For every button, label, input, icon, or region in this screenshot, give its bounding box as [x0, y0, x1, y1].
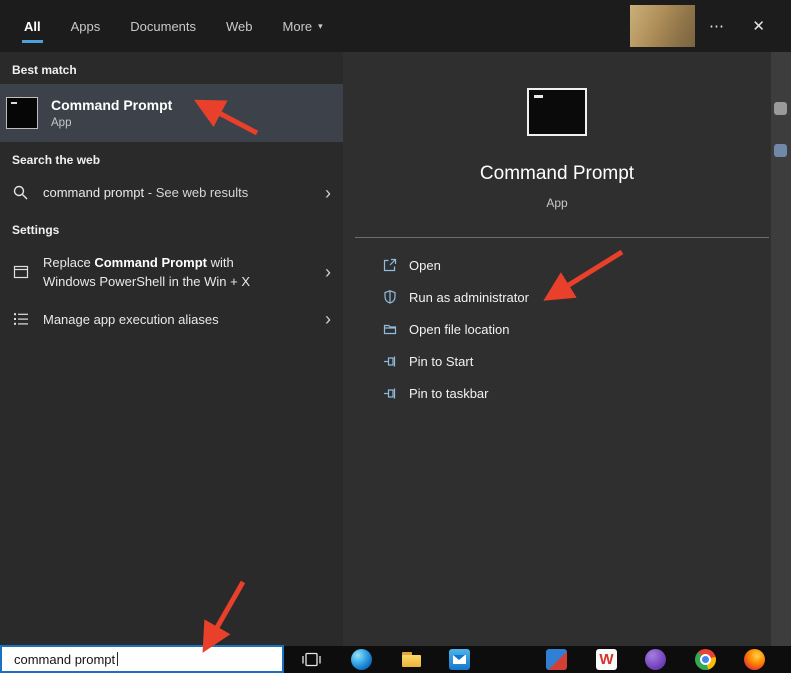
action-open-file-location[interactable]: Open file location	[343, 313, 771, 345]
close-button[interactable]: ✕	[752, 0, 765, 52]
chevron-down-icon: ▾	[318, 21, 323, 32]
chevron-right-icon: ›	[317, 263, 331, 281]
text-segment-bold: Command Prompt	[94, 255, 207, 270]
colorful-browser-icon[interactable]	[744, 649, 765, 670]
filter-tabs: All Apps Documents Web More ▾	[24, 0, 323, 52]
blue-red-app-icon[interactable]	[546, 649, 567, 670]
chevron-right-icon: ›	[317, 184, 331, 202]
windows-search-flyout: All Apps Documents Web More ▾ ⋯ ✕ Best m…	[0, 0, 791, 673]
console-window-icon	[12, 263, 30, 281]
settings-result-replace-cmd[interactable]: Replace Command Prompt with Windows Powe…	[0, 244, 343, 301]
background-window-icon	[774, 144, 787, 157]
tab-documents[interactable]: Documents	[130, 0, 196, 52]
list-icon	[12, 310, 30, 328]
web-search-text: command prompt - See web results	[43, 183, 248, 203]
web-query-text: command prompt	[43, 185, 144, 200]
best-match-text: Command Prompt App	[51, 97, 172, 129]
section-header-best-match: Best match	[0, 52, 343, 84]
best-match-result-command-prompt[interactable]: Command Prompt App	[0, 84, 343, 142]
command-prompt-icon	[6, 97, 38, 129]
search-filter-bar: All Apps Documents Web More ▾ ⋯ ✕	[0, 0, 791, 52]
action-pin-to-taskbar-label: Pin to taskbar	[409, 386, 489, 401]
section-header-settings: Settings	[0, 212, 343, 244]
pin-icon	[381, 385, 398, 402]
taskbar: command prompt W	[0, 646, 791, 673]
tab-apps[interactable]: Apps	[71, 0, 101, 52]
task-view-icon[interactable]	[301, 649, 322, 670]
w-app-icon[interactable]: W	[596, 649, 617, 670]
section-header-search-web: Search the web	[0, 142, 343, 174]
user-avatar[interactable]	[630, 5, 695, 47]
tab-documents-label: Documents	[130, 19, 196, 34]
action-run-as-administrator-label: Run as administrator	[409, 290, 529, 305]
tab-apps-label: Apps	[71, 19, 101, 34]
tab-more[interactable]: More ▾	[283, 0, 323, 52]
pin-icon	[381, 353, 398, 370]
text-caret	[117, 652, 118, 666]
chevron-right-icon: ›	[317, 310, 331, 328]
edge-icon[interactable]	[351, 649, 372, 670]
action-pin-to-start-label: Pin to Start	[409, 354, 473, 369]
result-preview-panel: Command Prompt App Open	[343, 52, 771, 646]
taskbar-search-input[interactable]: command prompt	[0, 645, 284, 673]
tab-web-label: Web	[226, 19, 253, 34]
background-window-icon	[774, 102, 787, 115]
web-suffix-text: - See web results	[144, 185, 248, 200]
settings-item-text: Replace Command Prompt with Windows Powe…	[43, 253, 288, 292]
background-window-edge	[771, 52, 791, 646]
text-segment: Replace	[43, 255, 94, 270]
preview-app-title: Command Prompt	[343, 163, 771, 185]
action-list: Open Run as administrator	[343, 249, 771, 409]
purple-app-icon[interactable]	[645, 649, 666, 670]
settings-result-app-aliases[interactable]: Manage app execution aliases ›	[0, 301, 343, 339]
web-search-result[interactable]: command prompt - See web results ›	[0, 174, 343, 212]
action-open[interactable]: Open	[343, 249, 771, 281]
file-explorer-icon[interactable]	[401, 649, 422, 670]
action-pin-to-start[interactable]: Pin to Start	[343, 345, 771, 377]
tab-all-label: All	[24, 19, 41, 34]
action-open-file-location-label: Open file location	[409, 322, 509, 337]
action-pin-to-taskbar[interactable]: Pin to taskbar	[343, 377, 771, 409]
mail-icon[interactable]	[449, 649, 470, 670]
best-match-title: Command Prompt	[51, 97, 172, 113]
divider	[355, 237, 769, 238]
settings-item-text: Manage app execution aliases	[43, 310, 219, 330]
tab-more-label: More	[283, 19, 313, 34]
tab-all[interactable]: All	[24, 0, 41, 52]
preview-app-subtitle: App	[343, 196, 771, 210]
search-icon	[12, 184, 30, 202]
action-open-label: Open	[409, 258, 441, 273]
best-match-subtitle: App	[51, 117, 172, 129]
options-ellipsis-button[interactable]: ⋯	[709, 0, 725, 52]
action-run-as-administrator[interactable]: Run as administrator	[343, 281, 771, 313]
tab-web[interactable]: Web	[226, 0, 253, 52]
chrome-icon[interactable]	[695, 649, 716, 670]
folder-location-icon	[381, 321, 398, 338]
search-results-panel: Best match Command Prompt App Search the…	[0, 52, 343, 646]
search-input-value: command prompt	[14, 652, 115, 667]
admin-shield-icon	[381, 289, 398, 306]
open-icon	[381, 257, 398, 274]
command-prompt-icon-large	[527, 88, 587, 136]
